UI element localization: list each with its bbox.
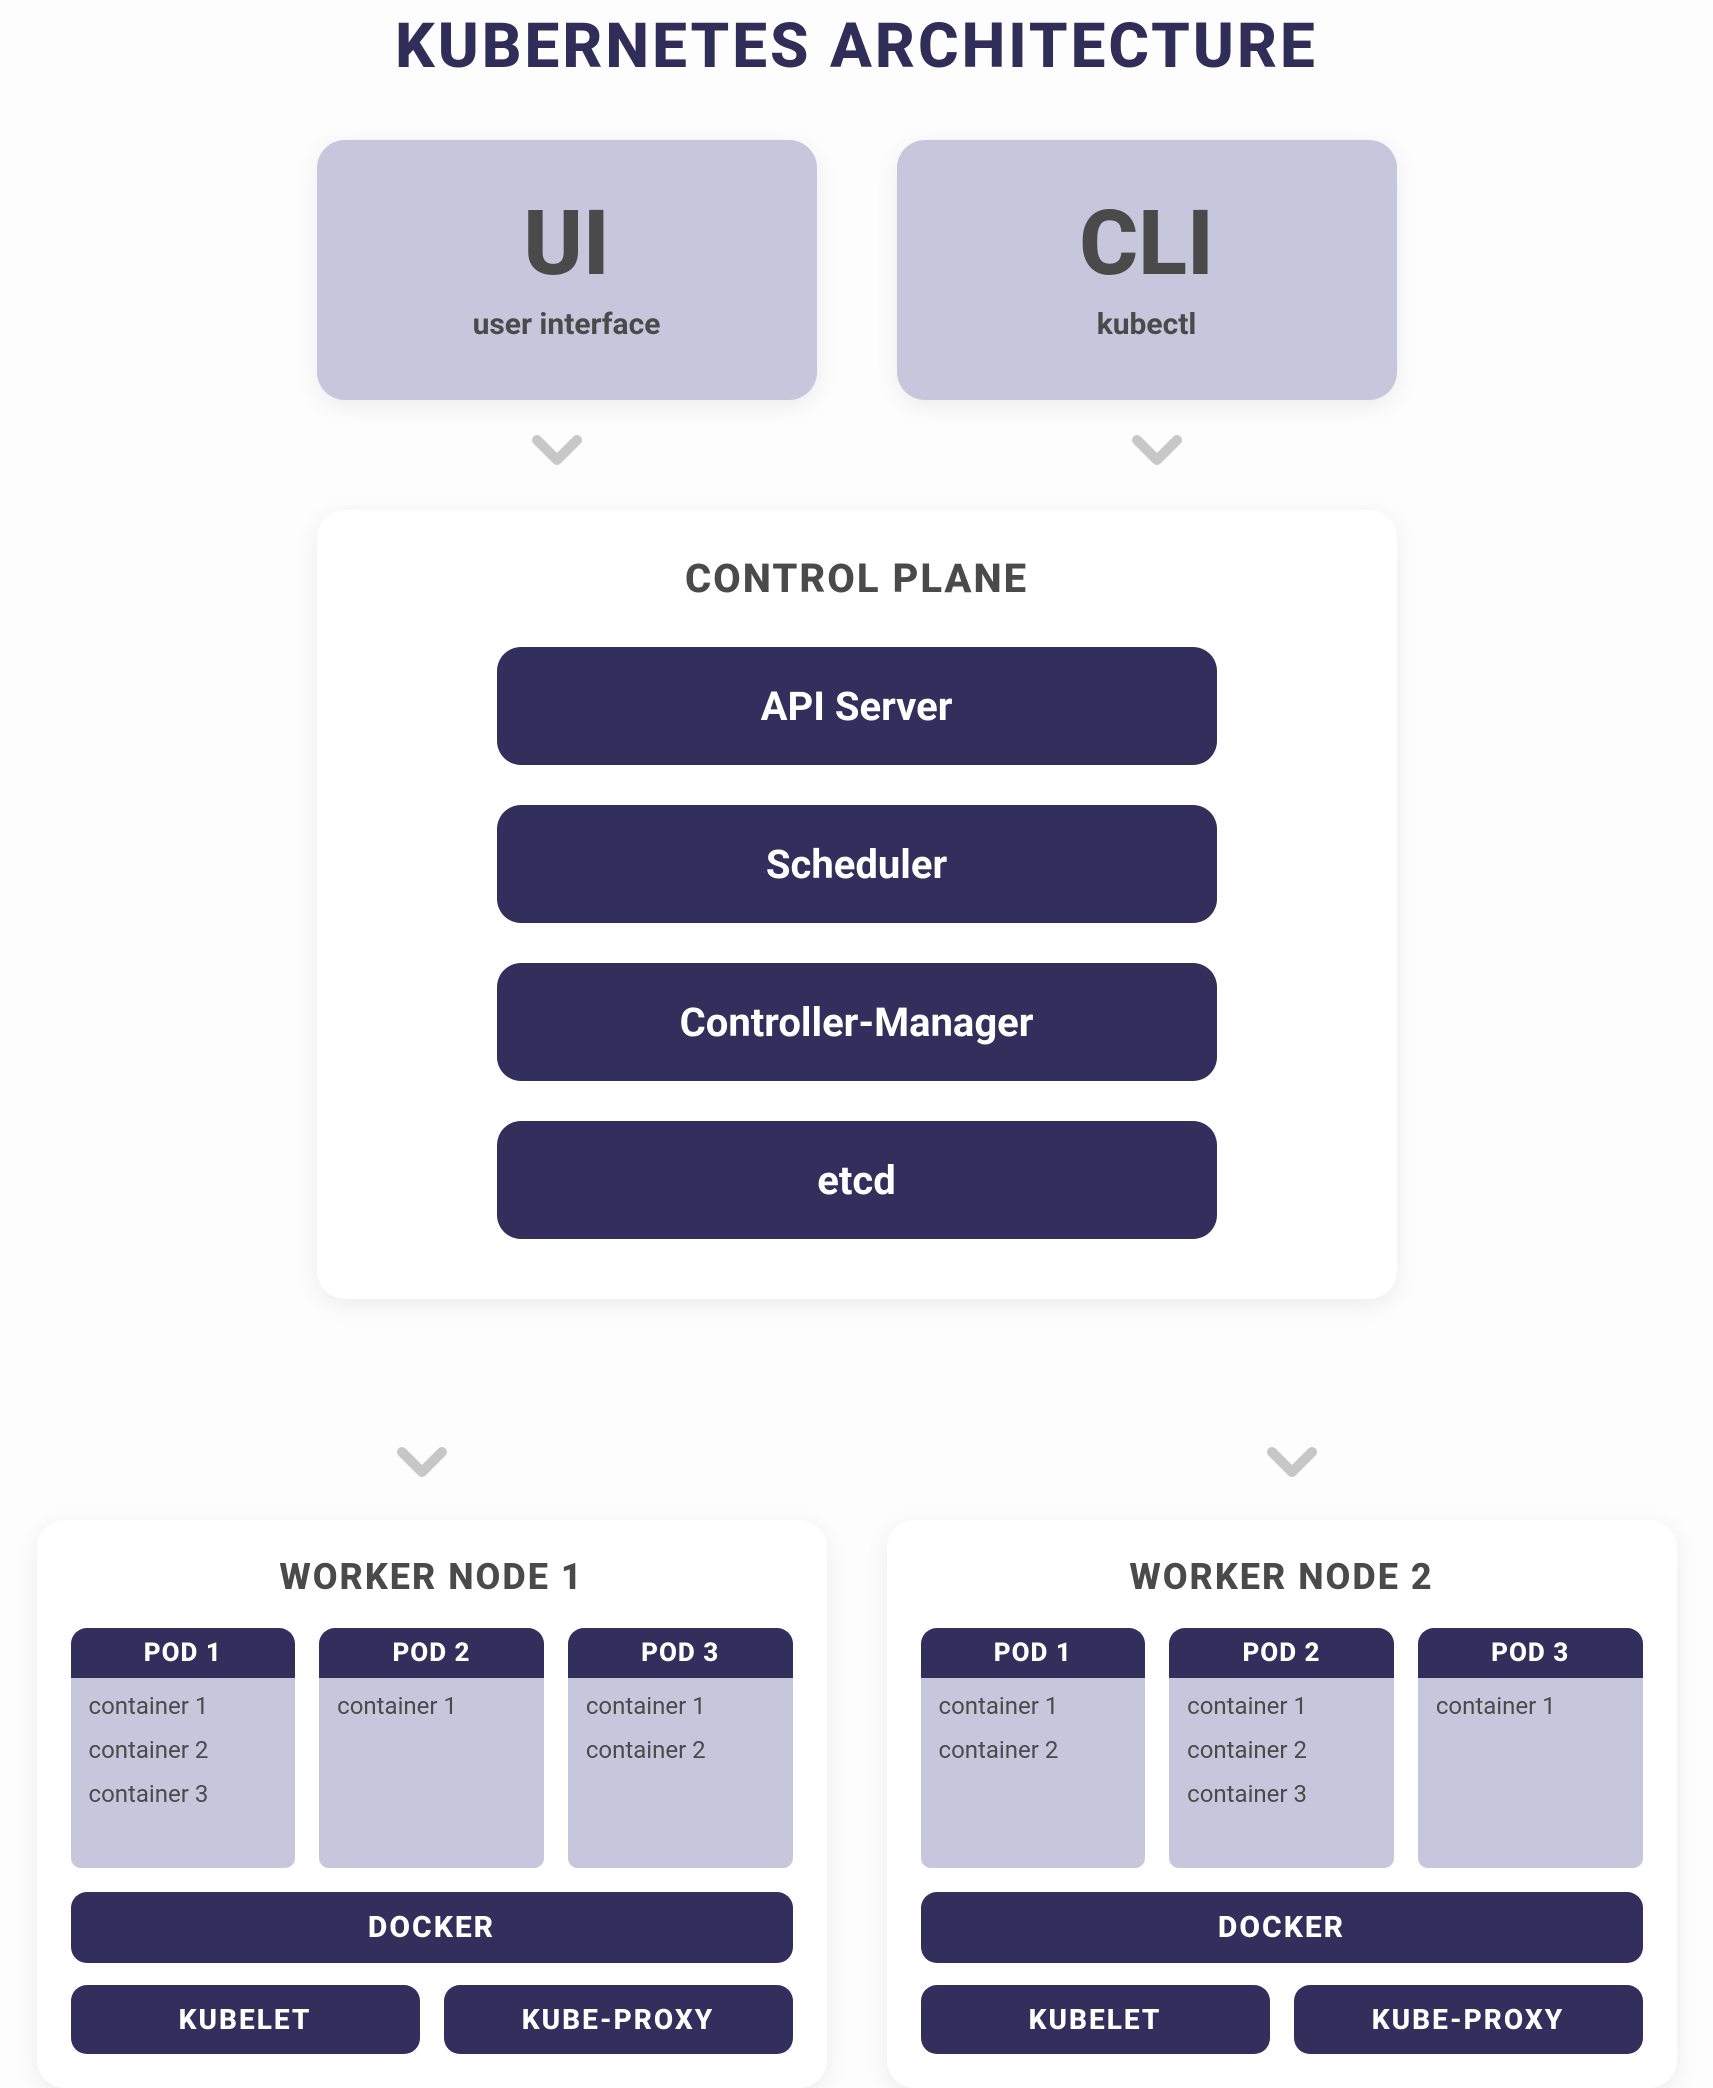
- container-label: container 2: [586, 1728, 775, 1772]
- entry-ui-sub: user interface: [473, 307, 661, 342]
- node-agent-pill: KUBELET: [921, 1985, 1270, 2054]
- container-label: container 1: [1436, 1684, 1625, 1728]
- pod-title: POD 2: [319, 1628, 544, 1678]
- container-label: container 2: [939, 1728, 1128, 1772]
- pod-card: POD 2 container 1container 2container 3: [1169, 1628, 1394, 1868]
- pod-card: POD 2 container 1: [319, 1628, 544, 1868]
- chevron-down-icon: [1262, 1432, 1322, 1496]
- pod-title: POD 1: [921, 1628, 1146, 1678]
- container-label: container 1: [586, 1684, 775, 1728]
- node-agent-pill: KUBE-PROXY: [444, 1985, 793, 2054]
- cp-component: Scheduler: [497, 805, 1217, 923]
- worker-node-card: WORKER NODE 2POD 1container 1container 2…: [887, 1520, 1677, 2088]
- entry-ui-card: UI user interface: [317, 140, 817, 400]
- entry-cli-card: CLI kubectl: [897, 140, 1397, 400]
- container-label: container 1: [337, 1684, 526, 1728]
- container-label: container 3: [89, 1772, 278, 1816]
- pod-title: POD 1: [71, 1628, 296, 1678]
- pod-card: POD 1 container 1container 2: [921, 1628, 1146, 1868]
- runtime-pill: DOCKER: [71, 1892, 793, 1963]
- chevron-down-icon: [1127, 420, 1187, 484]
- node-agent-pill: KUBE-PROXY: [1294, 1985, 1643, 2054]
- control-plane-card: CONTROL PLANE API Server Scheduler Contr…: [317, 510, 1397, 1299]
- worker-node-title: WORKER NODE 2: [921, 1556, 1643, 1598]
- runtime-pill: DOCKER: [921, 1892, 1643, 1963]
- pod-card: POD 1 container 1container 2container 3: [71, 1628, 296, 1868]
- pod-card: POD 3 container 1: [1418, 1628, 1643, 1868]
- worker-node-title: WORKER NODE 1: [71, 1556, 793, 1598]
- container-label: container 3: [1187, 1772, 1376, 1816]
- cp-component: etcd: [497, 1121, 1217, 1239]
- entry-cli-heading: CLI: [1079, 199, 1213, 289]
- chevron-down-icon: [392, 1432, 452, 1496]
- chevron-down-icon: [527, 420, 587, 484]
- cp-component: API Server: [497, 647, 1217, 765]
- node-agent-pill: KUBELET: [71, 1985, 420, 2054]
- pod-card: POD 3 container 1container 2: [568, 1628, 793, 1868]
- pod-title: POD 2: [1169, 1628, 1394, 1678]
- pod-title: POD 3: [1418, 1628, 1643, 1678]
- container-label: container 1: [1187, 1684, 1376, 1728]
- container-label: container 2: [89, 1728, 278, 1772]
- container-label: container 2: [1187, 1728, 1376, 1772]
- worker-node-card: WORKER NODE 1POD 1container 1container 2…: [37, 1520, 827, 2088]
- entry-ui-heading: UI: [523, 199, 609, 289]
- diagram-title: KUBERNETES ARCHITECTURE: [0, 0, 1713, 83]
- control-plane-title: CONTROL PLANE: [377, 555, 1337, 602]
- cp-component: Controller-Manager: [497, 963, 1217, 1081]
- entry-cli-sub: kubectl: [1097, 307, 1197, 342]
- container-label: container 1: [89, 1684, 278, 1728]
- container-label: container 1: [939, 1684, 1128, 1728]
- pod-title: POD 3: [568, 1628, 793, 1678]
